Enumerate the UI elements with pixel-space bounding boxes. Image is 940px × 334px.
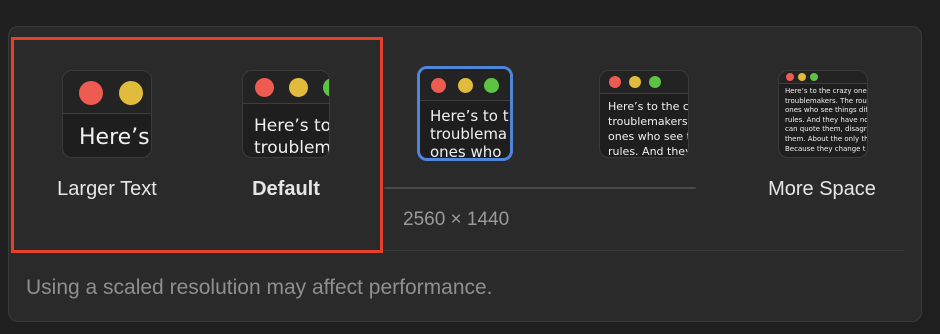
minimize-icon [798, 73, 806, 81]
window-titlebar [779, 71, 867, 84]
close-icon [609, 76, 621, 88]
zoom-icon [649, 76, 661, 88]
preview-text: Here’s to the crazy one troublemakers. T… [785, 87, 868, 153]
window-titlebar [600, 71, 688, 94]
close-icon [786, 73, 794, 81]
zoom-icon [810, 73, 818, 81]
performance-note: Using a scaled resolution may affect per… [26, 276, 493, 299]
preview-text: Here’s to t troublema ones who [430, 107, 509, 161]
preview-text: Here’s to the cr troublemakers. ones who… [608, 100, 689, 158]
annotation-highlight-box [11, 37, 383, 253]
close-icon [431, 78, 446, 93]
resolution-value: 2560 × 1440 [403, 209, 510, 230]
scaled-option-3[interactable]: Here’s to t troublema ones who [417, 66, 513, 161]
resolution-slider-track[interactable] [384, 187, 696, 189]
more-space-label: More Space [768, 178, 876, 200]
window-titlebar [420, 69, 510, 101]
minimize-icon [629, 76, 641, 88]
scaled-option-4[interactable]: Here’s to the cr troublemakers. ones who… [599, 70, 689, 158]
zoom-icon [484, 78, 499, 93]
more-space-option[interactable]: Here’s to the crazy one troublemakers. T… [778, 70, 868, 158]
minimize-icon [458, 78, 473, 93]
